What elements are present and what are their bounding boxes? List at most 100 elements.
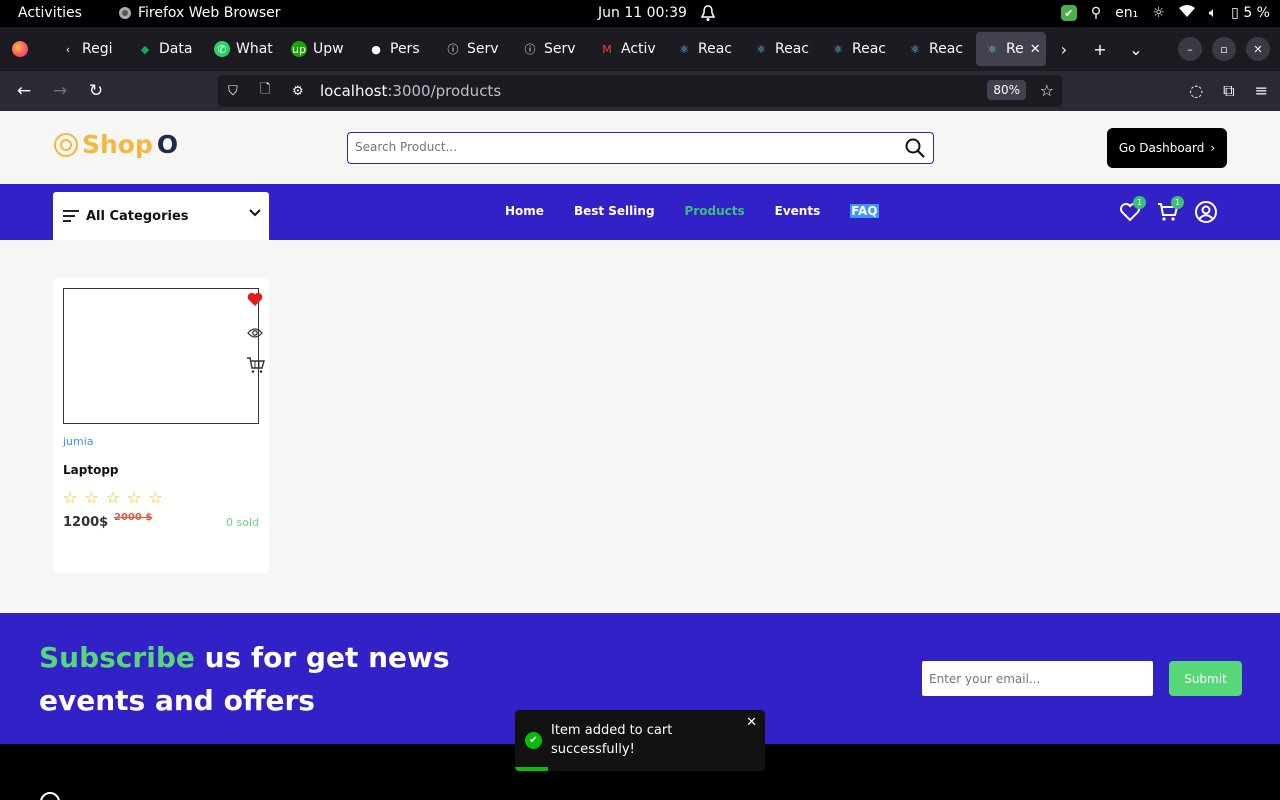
url-text[interactable]: localhost:3000/products — [320, 82, 501, 100]
go-dashboard-button[interactable]: Go Dashboard › — [1107, 128, 1227, 168]
back-icon[interactable]: ← — [6, 81, 42, 101]
categories-dropdown[interactable]: All Categories — [53, 192, 269, 240]
toast-progress-bar — [515, 767, 548, 771]
tab-0[interactable]: ‹ Regi — [52, 32, 129, 66]
forward-icon[interactable]: → — [42, 81, 78, 101]
brightness-icon: ☼ — [1152, 5, 1165, 21]
tab-label: Serv — [544, 41, 576, 57]
search-icon[interactable] — [905, 138, 925, 162]
tab-7[interactable]: M Activ — [591, 32, 668, 66]
web-page: ShopO Go Dashboard › All Categories Home… — [0, 111, 1280, 800]
nav-events[interactable]: Events — [775, 204, 821, 218]
tab-4[interactable]: ● Pers — [360, 32, 437, 66]
add-to-cart-icon[interactable] — [246, 356, 265, 378]
nav-best-selling[interactable]: Best Selling — [574, 204, 655, 218]
nav-home[interactable]: Home — [505, 204, 544, 218]
firefox-app-icon — [119, 7, 131, 19]
tab-active[interactable]: ⚛ Re ✕ — [976, 32, 1046, 66]
tab-10[interactable]: ⚛ Reac — [822, 32, 899, 66]
accessibility-icon: ⚲ — [1090, 5, 1102, 21]
minimize-icon[interactable]: – — [1178, 37, 1202, 61]
battery-icon: ▯ — [1231, 5, 1239, 21]
sort-lines-icon — [63, 207, 79, 225]
firefox-view-icon[interactable] — [12, 41, 28, 57]
product-name[interactable]: Laptopp — [63, 463, 119, 477]
toast-message: Item added to cart successfully! — [551, 723, 673, 757]
tab-3[interactable]: up Upw — [283, 32, 360, 66]
tab-label: Serv — [467, 41, 499, 57]
star-icon: ☆ — [127, 488, 142, 507]
toolbar-right: ◌ ⧉ ≡ — [1189, 81, 1268, 101]
tab-label: Re — [1006, 41, 1024, 57]
categories-label: All Categories — [86, 208, 189, 224]
permissions-icon[interactable]: ⚙︎ — [292, 84, 314, 99]
subscribe-heading: Subscribe us for get news events and off… — [39, 636, 459, 722]
reload-icon[interactable]: ↻ — [78, 81, 114, 101]
toast-close-icon[interactable]: ✕ — [746, 715, 757, 730]
tab-8[interactable]: ⚛ Reac — [668, 32, 745, 66]
tab-9[interactable]: ⚛ Reac — [745, 32, 822, 66]
tab-label: Regi — [82, 41, 113, 57]
shield-icon[interactable]: ⛉ — [228, 84, 250, 99]
battery-status: ▯ 5 % — [1231, 5, 1270, 21]
tab-1[interactable]: ◆ Data — [129, 32, 206, 66]
zoom-level[interactable]: 80% — [987, 80, 1026, 100]
close-tab-icon[interactable]: ✕ — [1030, 42, 1041, 57]
product-card[interactable]: jumia Laptopp ☆ ☆ ☆ ☆ ☆ 1200$ 2000 $ 0 sold — [53, 278, 269, 574]
keyboard-language: en₁ — [1115, 5, 1139, 21]
email-field[interactable] — [922, 661, 1153, 696]
submit-button[interactable]: Submit — [1169, 661, 1242, 696]
activities-button[interactable]: Activities — [18, 5, 82, 21]
restore-icon[interactable]: ▫ — [1212, 37, 1236, 61]
nav-faq[interactable]: FAQ — [850, 204, 879, 218]
tab-11[interactable]: ⚛ Reac — [899, 32, 976, 66]
product-sold-count: 0 sold — [226, 516, 259, 529]
bookmark-star-icon[interactable]: ☆ — [1040, 81, 1054, 100]
chevron-right-icon: › — [1210, 141, 1216, 155]
list-all-tabs-icon[interactable]: ⌄ — [1118, 40, 1154, 59]
tab-5[interactable]: ⓘ Serv — [437, 32, 514, 66]
tab-label: Reac — [929, 41, 963, 57]
product-price: 1200$ — [63, 515, 109, 530]
upwork-icon: up — [291, 41, 307, 57]
page-icon: 🗋︎ — [260, 82, 271, 97]
tab-2[interactable]: ✆ What — [206, 32, 283, 66]
new-tab-icon[interactable]: + — [1082, 40, 1118, 59]
wishlist-button[interactable]: 1 — [1118, 196, 1146, 224]
extensions-icon[interactable]: ⧉ — [1223, 81, 1234, 101]
update-check-icon: ✔ — [1060, 5, 1077, 21]
app-menu[interactable]: Firefox Web Browser — [118, 5, 281, 21]
nav-products[interactable]: Products — [685, 204, 745, 218]
react-icon: ⚛ — [756, 42, 766, 56]
site-header: ShopO Go Dashboard › — [0, 111, 1280, 184]
clock[interactable]: Jun 11 00:39 — [598, 5, 687, 21]
star-icon: ☆ — [84, 488, 99, 507]
pocket-icon[interactable]: ◌ — [1189, 81, 1203, 101]
tab-6[interactable]: ⓘ Serv — [514, 32, 591, 66]
close-window-icon[interactable]: ✕ — [1246, 37, 1270, 61]
gmail-icon: M — [602, 42, 612, 56]
wishlist-heart-icon[interactable] — [247, 292, 263, 311]
browser-nav-toolbar: ← → ↻ ⛉ 🗋︎ ⚙︎ localhost:3000/products 80… — [0, 71, 1280, 111]
product-image[interactable] — [63, 288, 259, 424]
app-name: Firefox Web Browser — [138, 5, 281, 21]
product-shop-name[interactable]: jumia — [63, 435, 94, 448]
menu-icon[interactable]: ≡ — [1255, 81, 1268, 101]
volume-icon: 🔈︎ — [1208, 5, 1218, 21]
toast-notification[interactable]: ✔ Item added to cart successfully! ✕ — [515, 710, 765, 771]
product-original-price: 2000 $ — [114, 512, 153, 523]
search-input[interactable] — [348, 133, 888, 161]
quick-view-eye-icon[interactable] — [247, 324, 263, 343]
logo-text-shop: Shop — [82, 130, 153, 159]
browser-tab-strip: ‹ Regi ◆ Data ✆ What up Upw ● Pers ⓘ Serv ⓘ Serv M Acti… — [0, 27, 1280, 71]
profile-button[interactable] — [1194, 200, 1218, 224]
site-logo[interactable]: Shop O — [54, 130, 178, 159]
react-icon: ⚛ — [679, 42, 689, 56]
cart-button[interactable]: 1 — [1156, 196, 1184, 224]
success-check-icon: ✔ — [525, 732, 542, 749]
tab-label: Reac — [775, 41, 809, 57]
url-bar[interactable]: ⛉ 🗋︎ ⚙︎ localhost:3000/products 80% ☆ — [218, 75, 1062, 107]
scroll-tabs-right-icon[interactable]: › — [1046, 40, 1082, 59]
system-tray[interactable]: ✔ ⚲ en₁ ☼ 🔈︎ ▯ 5 % — [1060, 4, 1270, 22]
wishlist-badge: 1 — [1133, 196, 1146, 209]
